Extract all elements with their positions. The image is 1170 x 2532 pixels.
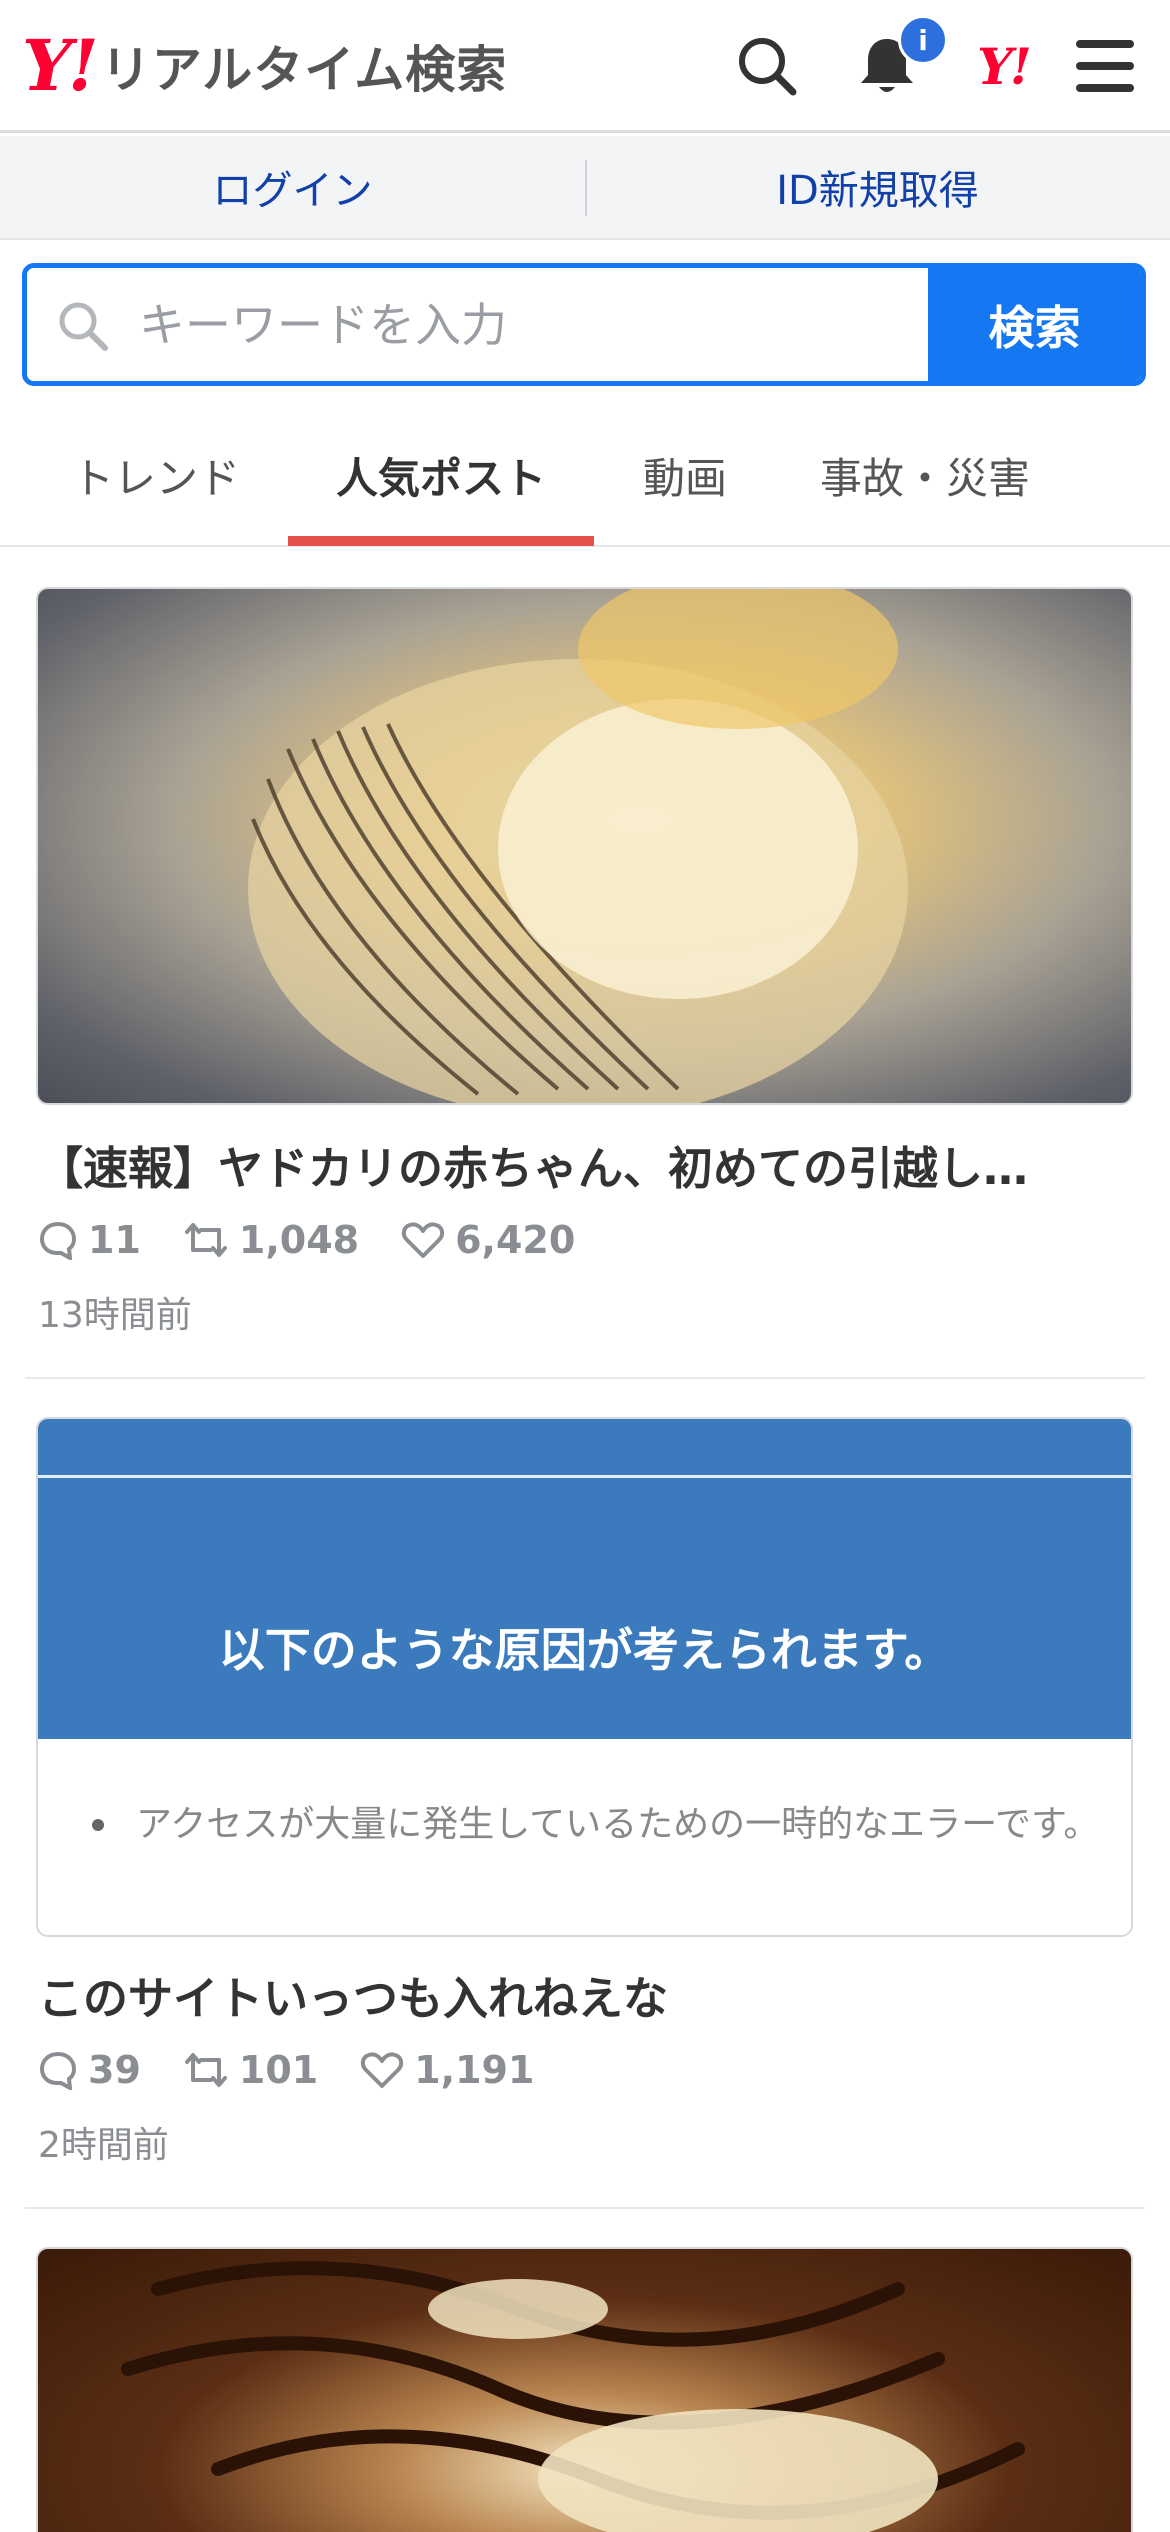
post-image[interactable] [36,2247,1133,2532]
search-form: 検索 [22,263,1146,386]
like-count[interactable]: 1,191 [360,2048,534,2092]
login-link[interactable]: ログイン [0,136,585,238]
error-message: アクセスが大量に発生しているための一時的なエラーです。 [136,1804,1100,1845]
menu-icon[interactable] [1065,26,1145,106]
yahoo-realtime-logo[interactable]: Y! リアルタイム検索 [22,26,507,106]
tab-video[interactable]: 動画 [610,403,760,547]
tab-accident-disaster[interactable]: 事故・災害 [790,403,1060,547]
search-field[interactable] [27,268,928,381]
post-title[interactable]: このサイトいっつも入れねえな [38,1962,1128,2027]
post-time: 13時間前 [38,1295,192,1336]
tab-trend[interactable]: トレンド [40,403,272,547]
active-tab-indicator [288,536,594,546]
yahoo-logo-mark: Y! [22,24,99,107]
like-count[interactable]: 6,420 [401,1218,575,1262]
yahoo-japan-logo[interactable]: Y! [963,26,1043,106]
repost-count[interactable]: 101 [183,2048,318,2092]
notification-badge[interactable]: i [898,15,948,65]
tab-popular-posts[interactable]: 人気ポスト [288,403,594,547]
error-banner: 以下のような原因が考えられます。 [38,1419,1131,1739]
heart-icon [402,1222,445,1258]
reply-count[interactable]: 11 [38,1218,141,1262]
post-image[interactable]: 以下のような原因が考えられます。 アクセスが大量に発生しているための一時的なエラ… [36,1417,1133,1937]
post-divider [25,1377,1145,1379]
post-stats: 39 101 1,191 [38,2048,576,2092]
heart-icon [361,2052,404,2088]
post-stats: 11 1,048 6,420 [38,1218,617,1262]
logo-title: リアルタイム検索 [100,41,508,99]
reply-count[interactable]: 39 [38,2048,141,2092]
divider [585,160,587,216]
post-time: 2時間前 [38,2125,169,2166]
repost-count[interactable]: 1,048 [183,1218,359,1262]
banner-line [38,1475,1131,1478]
auth-bar: ログイン ID新規取得 [0,136,1170,240]
reply-icon [39,1221,77,1260]
post-title[interactable]: 【速報】ヤドカリの赤ちゃん、初めての引越し… [38,1132,1128,1197]
signup-link[interactable]: ID新規取得 [585,136,1170,238]
app-header: Y! リアルタイム検索 i Y! [0,0,1170,133]
error-body: アクセスが大量に発生しているための一時的なエラーです。 [38,1739,1131,1935]
repost-icon [184,1223,227,1257]
reply-icon [39,2051,77,2090]
search-button[interactable]: 検索 [928,268,1141,381]
post-divider [25,2207,1145,2209]
category-tabs: トレンド 人気ポスト 動画 事故・災害 [0,403,1170,547]
error-heading: 以下のような原因が考えられます。 [218,1623,951,1677]
search-input[interactable] [139,297,899,352]
post-image[interactable] [36,587,1133,1105]
search-icon[interactable] [727,26,807,106]
bullet [92,1819,104,1831]
search-field-icon [59,302,108,351]
repost-icon [184,2053,227,2087]
